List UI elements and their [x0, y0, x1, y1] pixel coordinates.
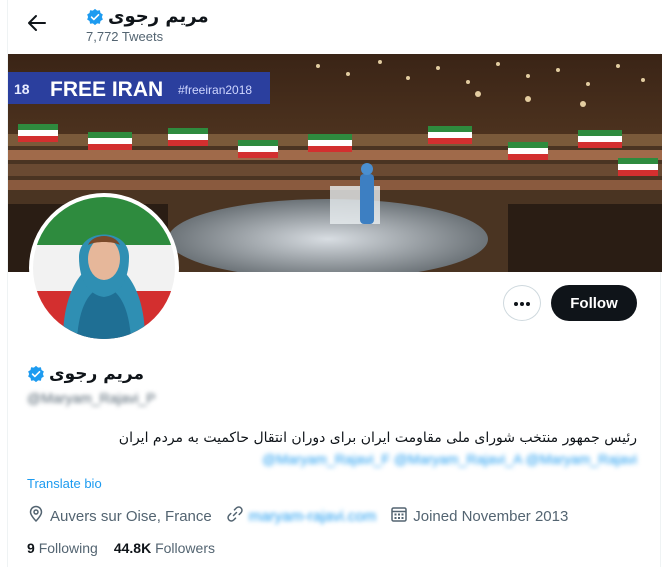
following-link[interactable]: 9 Following: [27, 540, 98, 556]
avatar[interactable]: [29, 193, 179, 343]
following-count: 9: [27, 540, 35, 556]
profile-name-row: مریم رجوی: [27, 364, 144, 384]
profile-joined: Joined November 2013: [390, 505, 568, 527]
header-title-block: مریم رجوی 7,772 Tweets: [86, 6, 209, 44]
profile-location: Auvers sur Oise, France: [27, 505, 212, 527]
ellipsis-icon: [513, 294, 531, 312]
translate-bio-link[interactable]: Translate bio: [27, 476, 102, 491]
arrow-left-icon: [27, 13, 47, 38]
display-name: مریم رجوی: [49, 364, 145, 384]
back-button[interactable]: [24, 12, 50, 38]
profile-meta: Auvers sur Oise, France maryam-rajavi.co…: [27, 505, 582, 527]
banner-sign-hashtag: #freeiran2018: [178, 83, 252, 97]
followers-count: 44.8K: [113, 540, 152, 556]
link-icon: [226, 505, 244, 527]
verified-badge-icon: [27, 365, 45, 383]
joined-text: Joined November 2013: [413, 507, 569, 525]
user-handle: @Maryam_Rajavi_P: [27, 390, 156, 406]
location-pin-icon: [27, 505, 45, 527]
profile-header: مریم رجوی 7,772 Tweets: [8, 0, 662, 53]
calendar-icon: [390, 505, 408, 527]
location-text: Auvers sur Oise, France: [50, 507, 212, 525]
website-link[interactable]: maryam-rajavi.com: [249, 508, 377, 525]
profile-bio: رئیس جمهور منتخب شورای ملی مقاومت ایران …: [118, 430, 637, 446]
header-title: مریم رجوی: [108, 6, 209, 27]
bio-mentions[interactable]: @Maryam_Rajavi_F @Maryam_Rajavi_A @Marya…: [27, 451, 637, 467]
profile-page: مریم رجوی 7,772 Tweets 18 FREE IRAN #fre…: [7, 0, 662, 567]
avatar-image: [33, 197, 175, 339]
tweet-count: 7,772 Tweets: [86, 29, 164, 44]
banner-sign-text: FREE IRAN: [50, 78, 163, 101]
following-label: Following: [38, 540, 98, 556]
profile-website[interactable]: maryam-rajavi.com: [226, 505, 377, 527]
verified-badge-icon: [86, 8, 104, 26]
followers-link[interactable]: 44.8K Followers: [114, 540, 215, 556]
banner-sign-number: 18: [14, 81, 30, 97]
more-options-button[interactable]: [503, 285, 541, 321]
follow-button[interactable]: Follow: [551, 285, 637, 321]
follow-stats: 9 Following 44.8K Followers: [27, 540, 231, 556]
followers-label: Followers: [155, 540, 215, 556]
